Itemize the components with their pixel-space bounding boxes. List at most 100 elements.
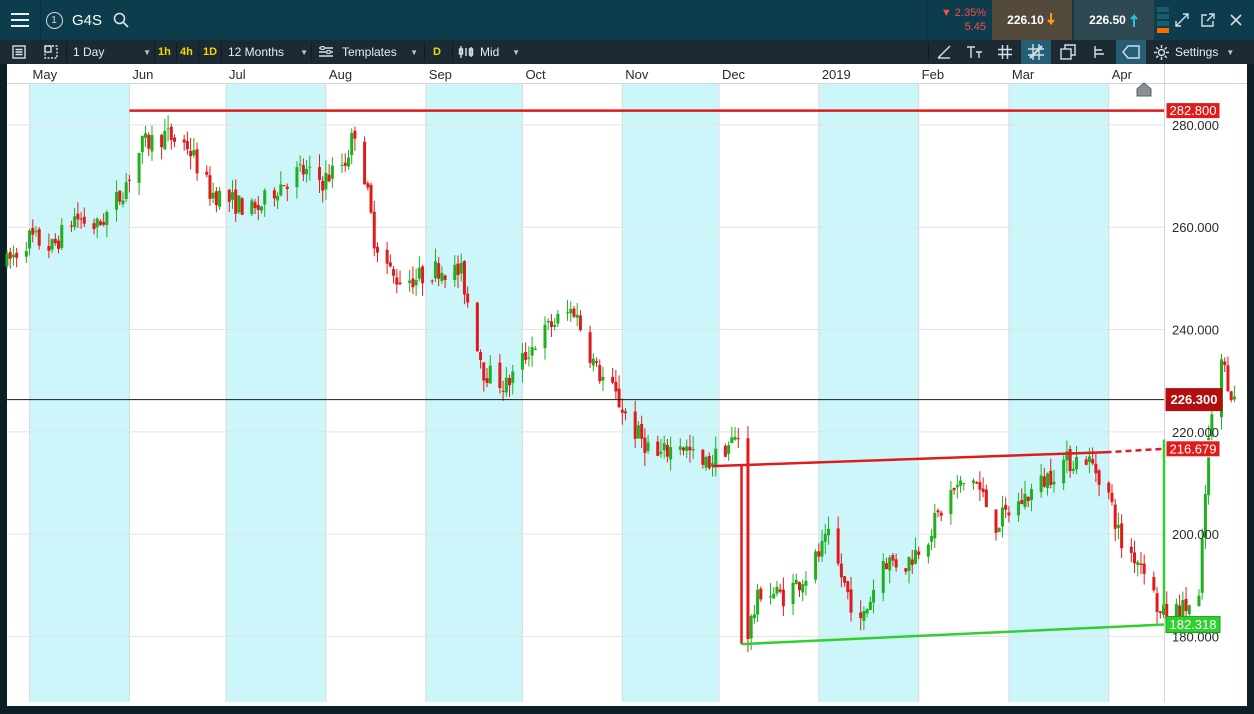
- candle-body: [1094, 463, 1098, 474]
- candle-body: [298, 164, 302, 166]
- templates-dropdown[interactable]: Templates: [318, 40, 418, 64]
- layout-icon: [44, 45, 58, 59]
- candle-body: [98, 221, 102, 225]
- tag-button[interactable]: [1116, 40, 1146, 64]
- external-link-button[interactable]: [1198, 0, 1218, 40]
- symbol-title[interactable]: G4S: [72, 0, 112, 40]
- candle-body: [1000, 507, 1004, 527]
- candle-body: [714, 448, 718, 467]
- candle-body: [701, 449, 705, 465]
- candle-body: [804, 580, 808, 586]
- candle-body: [276, 195, 280, 201]
- candle-body: [546, 321, 550, 323]
- candle-body: [144, 133, 148, 138]
- candle-body: [801, 584, 805, 593]
- menu-button[interactable]: [0, 0, 41, 40]
- price-chart[interactable]: May Jun Jul Aug Sep Oct Nov Dec 2019 Feb Mar Apr 18…: [0, 64, 1254, 714]
- candle-body: [978, 482, 982, 490]
- candle-body: [1133, 552, 1137, 564]
- candle-body: [353, 130, 357, 139]
- candle-body: [437, 263, 441, 279]
- search-button[interactable]: [110, 0, 132, 40]
- candle-body: [1136, 561, 1140, 566]
- copy-button[interactable]: [1060, 40, 1076, 64]
- candle-body: [388, 262, 392, 267]
- info-button[interactable]: 1: [41, 0, 67, 40]
- candle-body: [1107, 482, 1111, 493]
- candle-body: [1155, 593, 1159, 612]
- interval-1d-button[interactable]: 1D: [203, 40, 217, 64]
- down-arrow-icon: [1047, 13, 1055, 26]
- candle-body: [1116, 524, 1120, 528]
- candle-body: [820, 540, 824, 557]
- candle-body: [636, 425, 640, 439]
- y-tick-label: 280.000: [1172, 118, 1219, 133]
- candle-body: [392, 269, 396, 276]
- candle-body: [1184, 598, 1188, 612]
- candle-body: [894, 559, 898, 568]
- candle-body: [688, 446, 692, 451]
- external-link-icon: [1201, 13, 1215, 27]
- candle-body: [939, 512, 943, 516]
- expand-button[interactable]: [1172, 0, 1192, 40]
- candle-body: [459, 262, 463, 274]
- candle-body: [279, 184, 283, 196]
- candle-body: [768, 596, 772, 598]
- candle-body: [160, 134, 164, 148]
- level-bars-icon[interactable]: [1156, 0, 1170, 40]
- candle-body: [34, 231, 38, 233]
- info-icon: 1: [45, 11, 63, 29]
- candle-body: [421, 266, 425, 284]
- d-badge[interactable]: D: [433, 40, 441, 64]
- crosshair-button[interactable]: [1021, 40, 1051, 64]
- price-mode-dropdown[interactable]: Mid: [458, 40, 520, 64]
- candle-body: [794, 579, 798, 585]
- candle-body: [53, 238, 57, 244]
- candle-body: [121, 200, 125, 205]
- list-button[interactable]: [12, 40, 26, 64]
- candle-body: [759, 588, 763, 600]
- candle-body: [1158, 611, 1162, 614]
- settings-button[interactable]: Settings ▼: [1154, 40, 1234, 64]
- candle-body: [95, 218, 99, 228]
- candle-body: [746, 438, 750, 640]
- candle-body: [791, 582, 795, 604]
- draw-line-icon: [937, 45, 951, 59]
- draw-line-button[interactable]: [936, 40, 952, 64]
- candle-body: [456, 263, 460, 276]
- close-button[interactable]: [1226, 0, 1246, 40]
- candle-body: [772, 593, 776, 599]
- candle-body: [578, 315, 582, 331]
- measure-button[interactable]: [1092, 40, 1106, 64]
- candle-body: [1075, 457, 1079, 470]
- candle-body: [169, 126, 173, 140]
- candle-body: [430, 280, 434, 282]
- candle-body: [47, 246, 51, 251]
- candle-body: [1087, 456, 1091, 463]
- candle-body: [192, 150, 196, 156]
- sell-price-button[interactable]: 226.10: [992, 0, 1072, 40]
- candle-body: [814, 551, 818, 580]
- interval-dropdown[interactable]: 1 Day: [73, 40, 151, 64]
- candle-body: [775, 586, 779, 594]
- month-shade: [1008, 84, 1109, 702]
- candle-body: [250, 200, 254, 215]
- range-dropdown[interactable]: 12 Months: [228, 40, 308, 64]
- search-icon: [113, 12, 129, 28]
- candle-body: [234, 189, 238, 214]
- candle-body: [163, 130, 167, 150]
- candle-body: [781, 589, 785, 607]
- interval-1h-button[interactable]: 1h: [158, 40, 171, 64]
- text-tool-button[interactable]: [966, 40, 984, 64]
- buy-price-button[interactable]: 226.50: [1074, 0, 1154, 40]
- candle-body: [375, 246, 379, 253]
- y-tick-label: 260.000: [1172, 220, 1219, 235]
- candle-body: [868, 601, 872, 610]
- grid-button[interactable]: [998, 40, 1012, 64]
- candle-body: [501, 390, 505, 392]
- layout-button[interactable]: [44, 40, 58, 64]
- sell-price: 226.10: [1007, 13, 1044, 27]
- candle-body: [324, 172, 328, 190]
- candle-body: [797, 582, 801, 591]
- interval-4h-button[interactable]: 4h: [180, 40, 193, 64]
